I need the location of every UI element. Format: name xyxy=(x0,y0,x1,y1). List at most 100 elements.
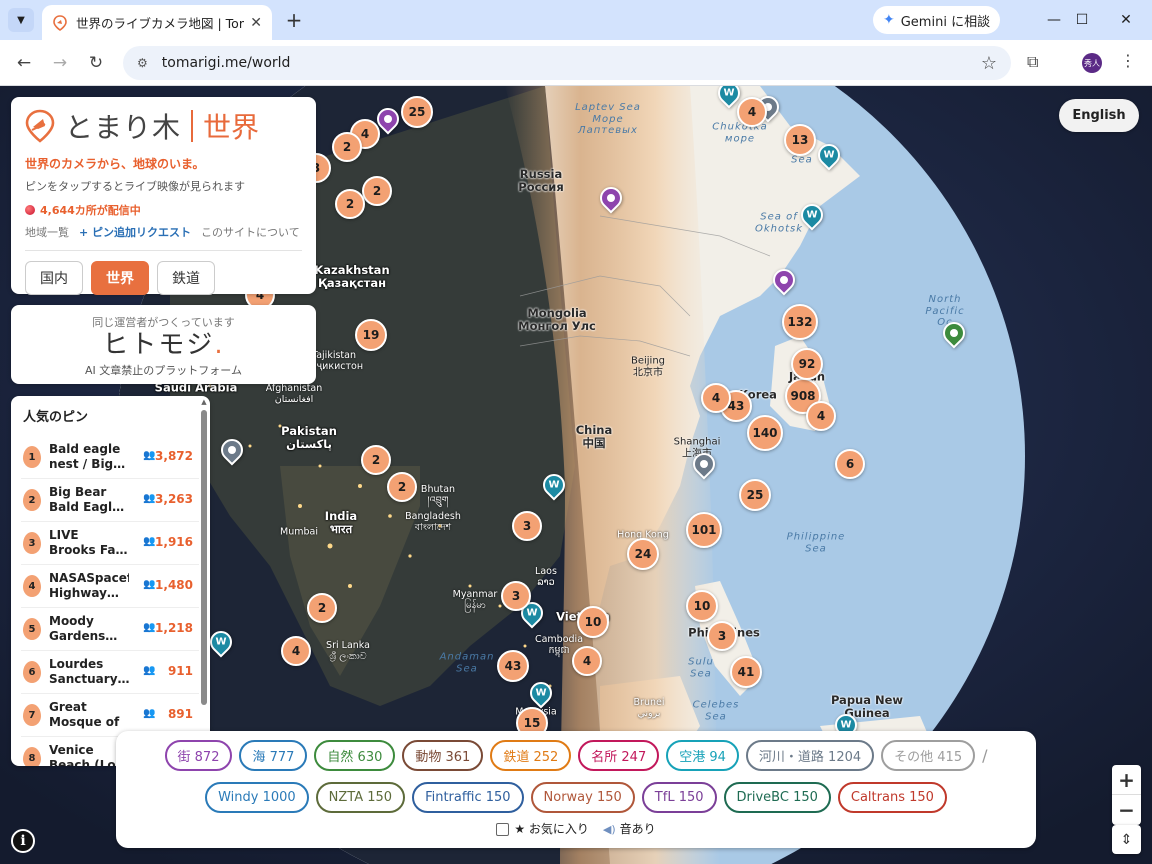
tomarigi-logo-icon xyxy=(25,109,55,143)
camera-cluster[interactable]: 4 xyxy=(737,97,767,127)
map-info-button[interactable]: i xyxy=(11,829,35,853)
camera-cluster[interactable]: 25 xyxy=(739,479,771,511)
zoom-in-button[interactable]: + xyxy=(1112,765,1141,795)
category-chip[interactable]: その他 415 xyxy=(881,740,976,771)
mode-tab-0[interactable]: 国内 xyxy=(25,261,83,295)
popular-scroll-thumb[interactable] xyxy=(201,410,207,705)
category-chip[interactable]: 自然 630 xyxy=(314,740,396,771)
back-button[interactable]: ← xyxy=(10,49,38,77)
reload-button[interactable]: ↻ xyxy=(82,49,110,77)
provider-chip[interactable]: Windy 1000 xyxy=(205,782,309,813)
camera-cluster[interactable]: 43 xyxy=(497,650,529,682)
provider-chip[interactable]: DriveBC 150 xyxy=(723,782,831,813)
site-logo[interactable]: とまり木 世界 xyxy=(25,107,302,145)
viewers-icon: 👥 xyxy=(143,622,156,633)
camera-cluster[interactable]: 4 xyxy=(701,383,731,413)
maximize-window-button[interactable]: ☐ xyxy=(1070,8,1094,32)
camera-cluster[interactable]: 2 xyxy=(307,593,337,623)
camera-cluster[interactable]: 10 xyxy=(577,606,609,638)
provider-chip[interactable]: Caltrans 150 xyxy=(837,782,947,813)
profile-avatar[interactable]: 秀人 xyxy=(1082,53,1102,73)
pin-request-link[interactable]: + ピン追加リクエスト xyxy=(79,224,191,240)
scroll-up-icon[interactable]: ▲ xyxy=(200,398,208,406)
camera-cluster[interactable]: 13 xyxy=(784,124,816,156)
popular-pins-list: 1 Bald eagle nest / Big… 👥 3,872 2 Big Bear B… xyxy=(11,436,199,766)
site-info-icon[interactable]: ⚙ xyxy=(137,56,148,70)
mode-tab-2[interactable]: 鉄道 xyxy=(157,261,215,295)
category-chip[interactable]: 名所 247 xyxy=(578,740,660,771)
popular-pin-item[interactable]: 1 Bald eagle nest / Big… 👥 3,872 xyxy=(21,436,199,479)
camera-cluster[interactable]: 132 xyxy=(782,304,818,340)
category-chip[interactable]: 海 777 xyxy=(239,740,308,771)
browser-tab-strip: ▼ 世界のライブカメラ地図 | Tomarigi ✕ + ✦ Gemini に相… xyxy=(0,0,1152,40)
camera-cluster[interactable]: 2 xyxy=(361,445,391,475)
forward-button[interactable]: → xyxy=(46,49,74,77)
camera-cluster[interactable]: 4 xyxy=(281,636,311,666)
site-header-card: とまり木 世界 世界のカメラから、地球のいま。 ピンをタップするとライブ映像が見… xyxy=(11,97,316,295)
camera-cluster[interactable]: 3 xyxy=(501,581,531,611)
new-tab-button[interactable]: + xyxy=(282,8,306,32)
camera-cluster[interactable]: 2 xyxy=(332,132,362,162)
mode-tab-1[interactable]: 世界 xyxy=(91,261,149,295)
camera-cluster[interactable]: 2 xyxy=(387,472,417,502)
close-window-button[interactable]: ✕ xyxy=(1114,8,1138,32)
category-chip-row: 街 872 海 777 自然 630 動物 361 鉄道 252 名所 247 空港 94 河… xyxy=(116,740,1036,771)
promo-card[interactable]: 同じ運営者がつくっています ヒトモジ. AI 文章禁止のプラットフォーム xyxy=(11,305,316,384)
camera-cluster[interactable]: 2 xyxy=(362,176,392,206)
camera-cluster[interactable]: 3 xyxy=(512,511,542,541)
category-chip[interactable]: 街 872 xyxy=(164,740,233,771)
windy-w-icon: W xyxy=(806,209,818,221)
camera-cluster[interactable]: 101 xyxy=(686,512,722,548)
camera-cluster[interactable]: 2 xyxy=(335,189,365,219)
sound-toggle[interactable]: ◀) 音あり xyxy=(603,820,656,837)
tab-search-button[interactable]: ▼ xyxy=(8,8,34,32)
camera-cluster[interactable]: 3 xyxy=(707,621,737,651)
camera-cluster[interactable]: 25 xyxy=(401,96,433,128)
category-chip[interactable]: 動物 361 xyxy=(402,740,484,771)
extensions-icon[interactable]: ⧉ xyxy=(1027,52,1038,72)
compass-reset-button[interactable]: ⇕ xyxy=(1112,825,1141,854)
browser-menu-icon[interactable]: ⋮ xyxy=(1120,51,1136,70)
camera-cluster[interactable]: 6 xyxy=(835,449,865,479)
provider-chip[interactable]: Fintraffic 150 xyxy=(412,782,524,813)
provider-chip[interactable]: NZTA 150 xyxy=(315,782,406,813)
browser-tab-active[interactable]: 世界のライブカメラ地図 | Tomarigi ✕ xyxy=(42,5,272,40)
favorites-label: ★ お気に入り xyxy=(514,822,589,836)
camera-cluster[interactable]: 4 xyxy=(572,646,602,676)
favorites-checkbox[interactable] xyxy=(496,823,510,836)
popular-pin-item[interactable]: 5 Moody Gardens… 👥 1,218 xyxy=(21,608,199,651)
tab-close-icon[interactable]: ✕ xyxy=(250,15,262,31)
rank-badge: 4 xyxy=(23,575,41,597)
minimize-window-button[interactable]: — xyxy=(1042,8,1066,32)
provider-chip[interactable]: TfL 150 xyxy=(641,782,717,813)
camera-cluster[interactable]: 41 xyxy=(730,656,762,688)
popular-pin-item[interactable]: 3 LIVE Brooks Fa… 👥 1,916 xyxy=(21,522,199,565)
popular-pin-item[interactable]: 6 Lourdes Sanctuary… 👥 911 xyxy=(21,651,199,694)
camera-cluster[interactable]: 4 xyxy=(806,401,836,431)
camera-cluster[interactable]: 92 xyxy=(791,348,823,380)
category-chip[interactable]: 空港 94 xyxy=(666,740,739,771)
category-chip[interactable]: 河川・道路 1204 xyxy=(745,740,875,771)
region-list-link[interactable]: 地域一覧 xyxy=(25,224,69,240)
popular-pin-item[interactable]: 2 Big Bear Bald Eagl… 👥 3,263 xyxy=(21,479,199,522)
address-bar[interactable]: ⚙ tomarigi.me/world ☆ xyxy=(123,46,1011,80)
popular-pins-panel: 人気のピン 1 Bald eagle nest / Big… 👥 3,872 2 Big … xyxy=(11,396,210,766)
about-link[interactable]: このサイトについて xyxy=(201,224,300,240)
filter-options: ★ お気に入り ◀) 音あり xyxy=(116,820,1036,837)
provider-chip[interactable]: Norway 150 xyxy=(530,782,635,813)
popular-scrollbar[interactable]: ▲ xyxy=(200,396,208,766)
favorites-toggle[interactable]: ★ お気に入り xyxy=(496,820,589,837)
bookmark-star-icon[interactable]: ☆ xyxy=(981,53,997,74)
language-toggle-button[interactable]: English xyxy=(1059,99,1139,132)
camera-cluster[interactable]: 140 xyxy=(747,415,783,451)
category-chip[interactable]: 鉄道 252 xyxy=(490,740,572,771)
camera-cluster[interactable]: 10 xyxy=(686,590,718,622)
camera-cluster[interactable]: 19 xyxy=(355,319,387,351)
popular-pin-item[interactable]: 4 NASASpacef Highway… 👥 1,480 xyxy=(21,565,199,608)
windy-w-icon: W xyxy=(215,636,227,648)
rank-badge: 7 xyxy=(23,704,41,726)
windy-w-icon: W xyxy=(535,687,547,699)
gemini-button[interactable]: ✦ Gemini に相談 xyxy=(873,6,1001,34)
camera-cluster[interactable]: 24 xyxy=(627,538,659,570)
zoom-out-button[interactable]: − xyxy=(1112,795,1141,825)
